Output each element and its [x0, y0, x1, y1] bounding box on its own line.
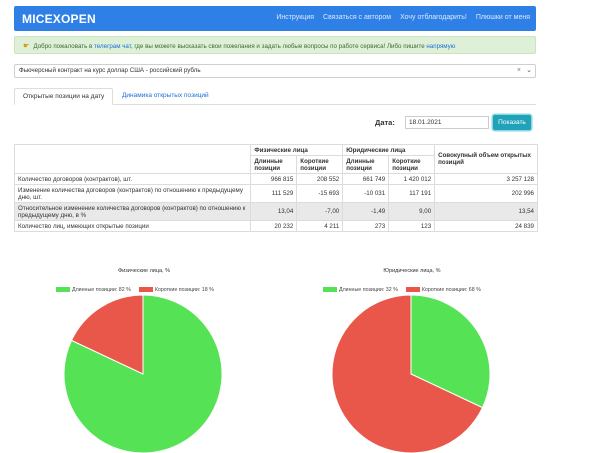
- pie-chart-legal: [331, 294, 491, 453]
